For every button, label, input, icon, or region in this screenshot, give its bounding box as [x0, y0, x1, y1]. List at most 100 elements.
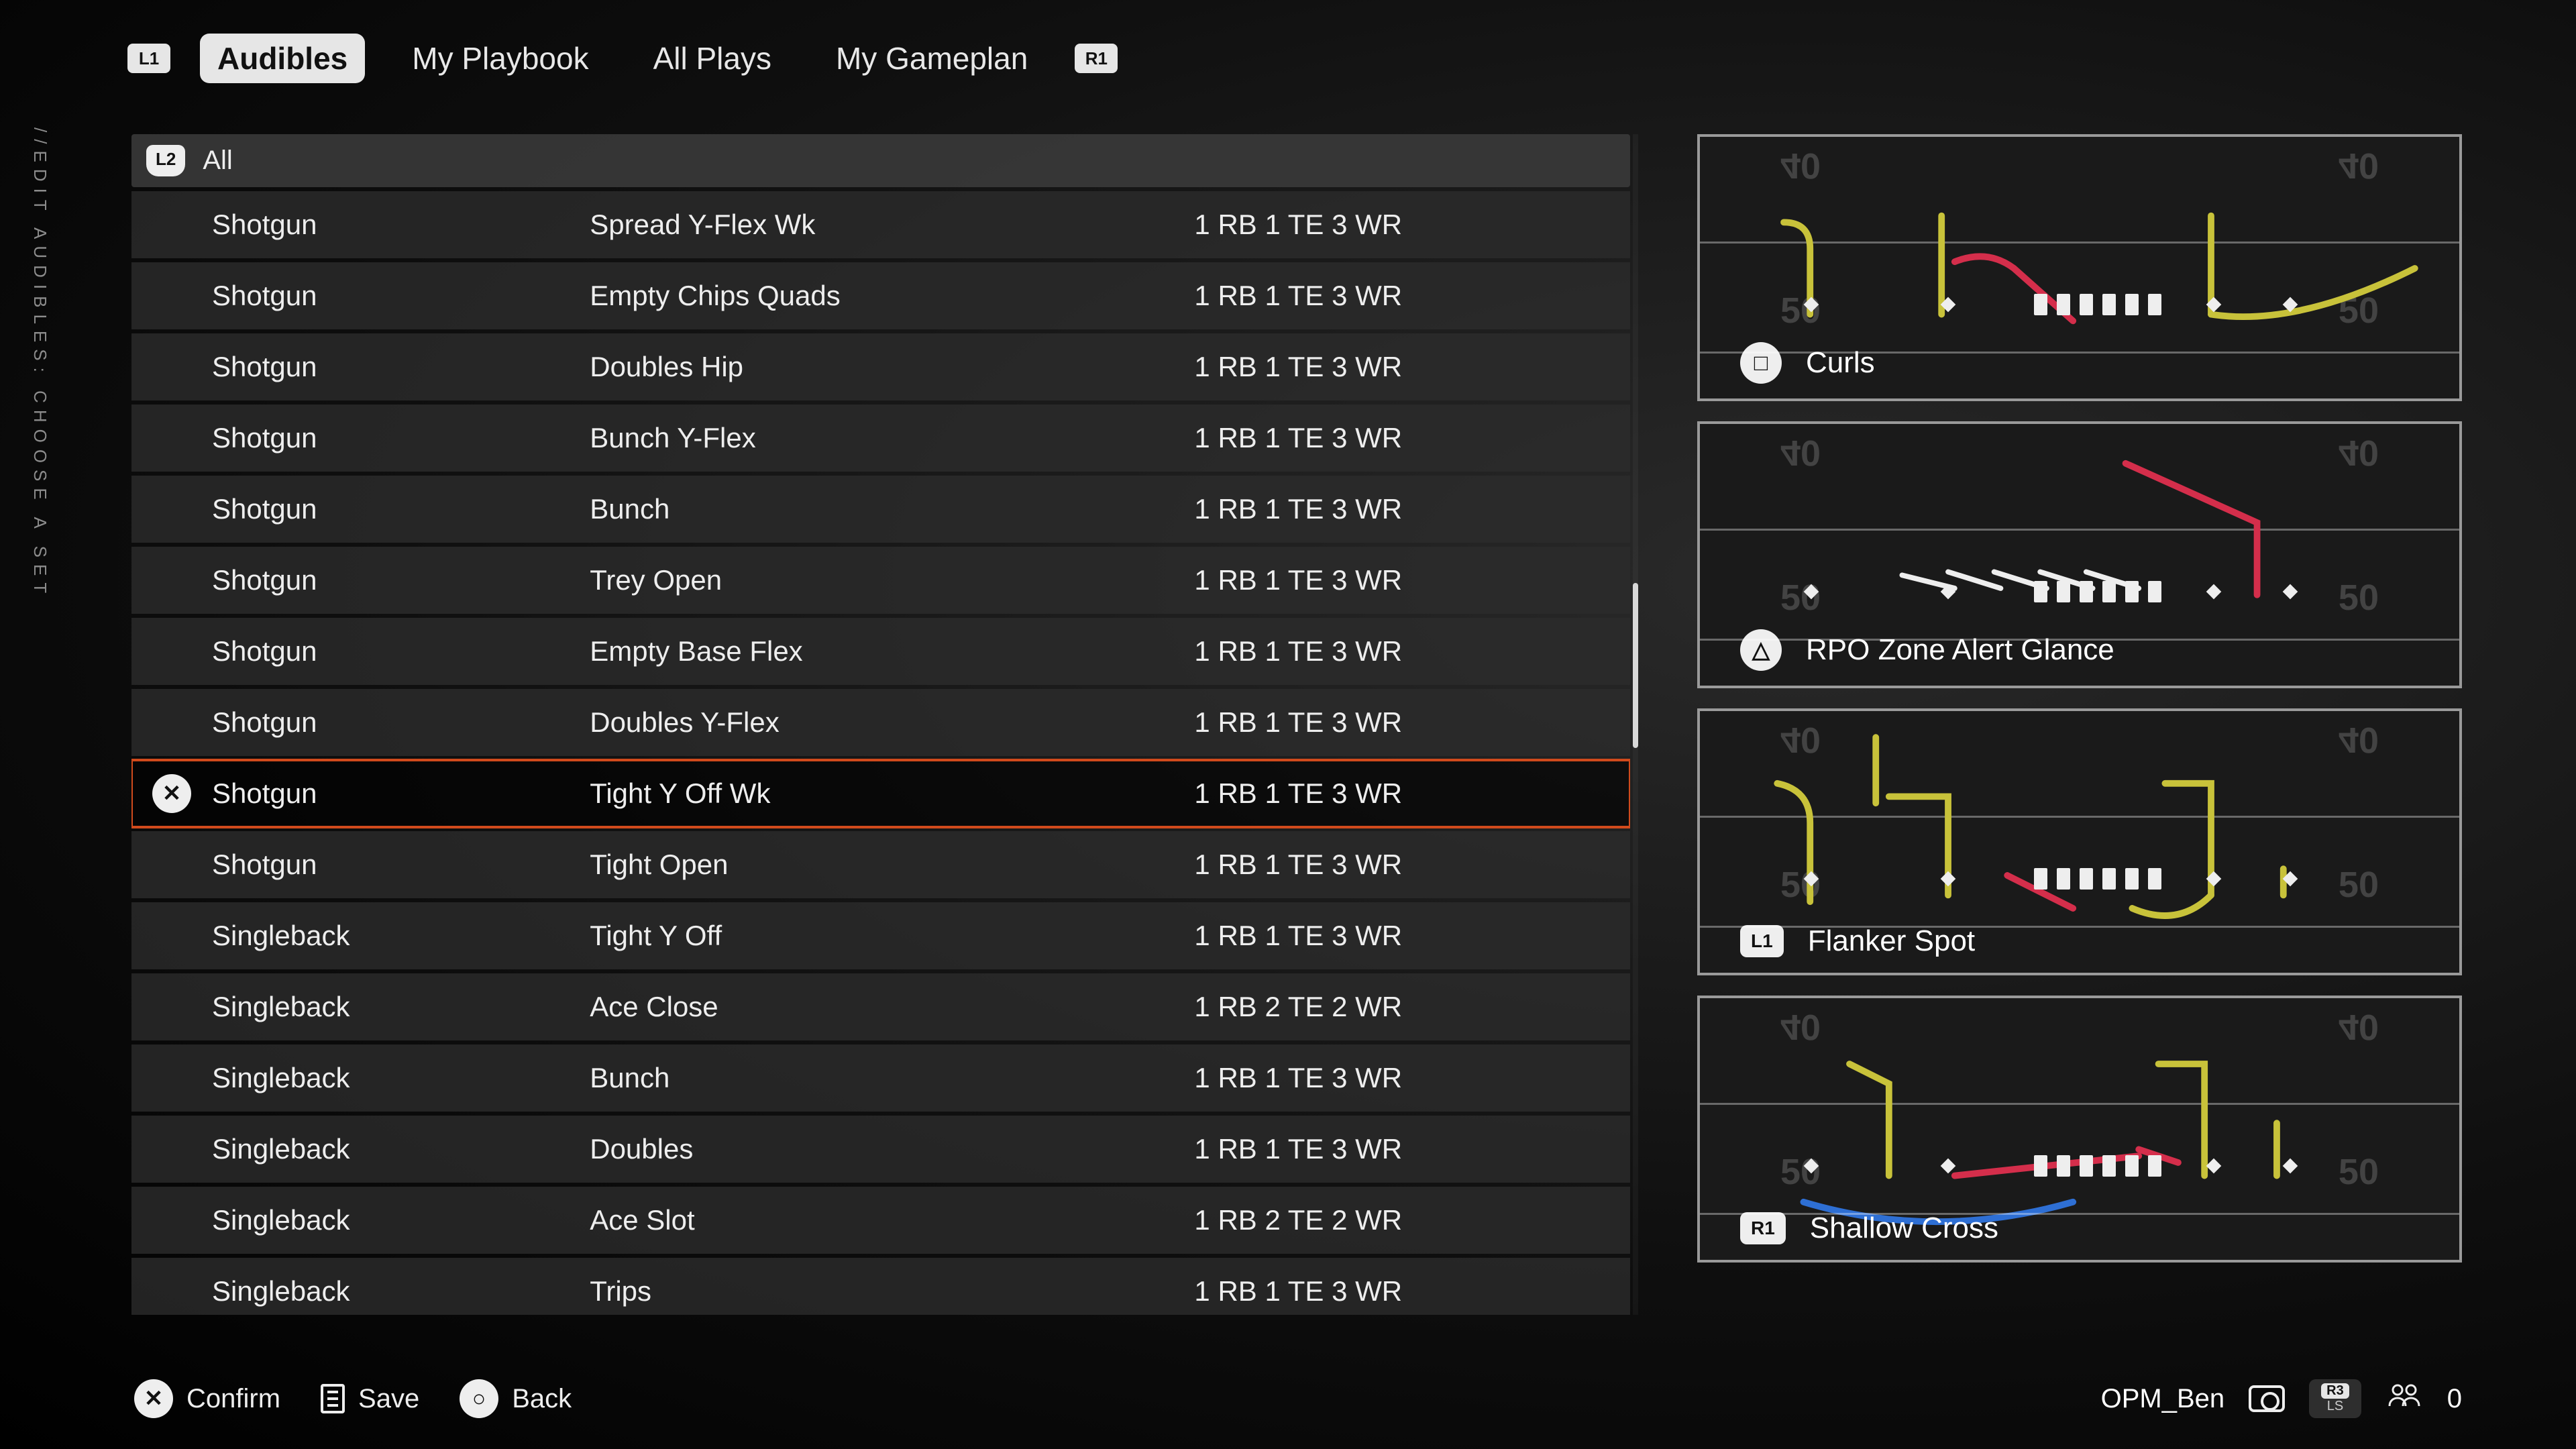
play-name: Flanker Spot [1808, 924, 1975, 958]
formation-name: Bunch [590, 493, 1194, 525]
formation-personnel: 1 RB 2 TE 2 WR [1194, 991, 1610, 1023]
formation-row[interactable]: ✕ShotgunBunch1 RB 1 TE 3 WR [131, 476, 1630, 543]
formation-name: Doubles Y-Flex [590, 706, 1194, 739]
formation-personnel: 1 RB 1 TE 3 WR [1194, 1133, 1610, 1165]
save-icon [321, 1384, 345, 1413]
formation-name: Doubles [590, 1133, 1194, 1165]
formation-name: Ace Slot [590, 1204, 1194, 1236]
line-of-scrimmage [2034, 868, 2161, 890]
formation-row[interactable]: ✕ShotgunEmpty Chips Quads1 RB 1 TE 3 WR [131, 262, 1630, 329]
formation-personnel: 1 RB 1 TE 3 WR [1194, 706, 1610, 739]
back-label: Back [512, 1384, 572, 1414]
x-icon: ✕ [134, 1379, 173, 1418]
formation-name: Empty Chips Quads [590, 280, 1194, 312]
formation-row[interactable]: ✕ShotgunDoubles Hip1 RB 1 TE 3 WR [131, 333, 1630, 400]
formation-set: Shotgun [212, 706, 590, 739]
formation-row[interactable]: ✕ShotgunDoubles Y-Flex1 RB 1 TE 3 WR [131, 689, 1630, 756]
play-cards: 40405050 □Curls40405050 △RPO Zone Alert … [1697, 134, 2462, 1315]
formation-set: Shotgun [212, 351, 590, 383]
formation-set: Shotgun [212, 280, 590, 312]
formation-personnel: 1 RB 1 TE 3 WR [1194, 635, 1610, 667]
formation-set: Shotgun [212, 635, 590, 667]
formation-row[interactable]: ✕ShotgunTight Y Off Wk1 RB 1 TE 3 WR [131, 760, 1630, 827]
formation-rows[interactable]: ✕ShotgunSpread Y-Flex Wk1 RB 1 TE 3 WR✕S… [131, 191, 1630, 1315]
tab-all-plays[interactable]: All Plays [636, 34, 789, 83]
formation-personnel: 1 RB 1 TE 3 WR [1194, 280, 1610, 312]
formation-set: Singleback [212, 1062, 590, 1094]
formation-row[interactable]: ✕ShotgunSpread Y-Flex Wk1 RB 1 TE 3 WR [131, 191, 1630, 258]
formation-set: Singleback [212, 920, 590, 952]
formation-personnel: 1 RB 2 TE 2 WR [1194, 1204, 1610, 1236]
formation-personnel: 1 RB 1 TE 3 WR [1194, 849, 1610, 881]
formation-row[interactable]: ✕SinglebackTight Y Off1 RB 1 TE 3 WR [131, 902, 1630, 969]
formation-personnel: 1 RB 1 TE 3 WR [1194, 351, 1610, 383]
tab-my-playbook[interactable]: My Playbook [394, 34, 606, 83]
formation-name: Tight Y Off Wk [590, 777, 1194, 810]
formation-set: Singleback [212, 991, 590, 1023]
play-card[interactable]: 40405050 □Curls [1697, 134, 2462, 401]
formation-personnel: 1 RB 1 TE 3 WR [1194, 1275, 1610, 1307]
footer-bar: ✕ Confirm Save ○ Back OPM_Ben R3 LS 0 [134, 1379, 2462, 1418]
party-count: 0 [2447, 1384, 2462, 1414]
save-button[interactable]: Save [321, 1384, 419, 1414]
formation-name: Bunch Y-Flex [590, 422, 1194, 454]
formation-row[interactable]: ✕ShotgunBunch Y-Flex1 RB 1 TE 3 WR [131, 405, 1630, 472]
formation-row[interactable]: ✕SinglebackAce Slot1 RB 2 TE 2 WR [131, 1187, 1630, 1254]
formation-set: Singleback [212, 1275, 590, 1307]
play-name: Shallow Cross [1810, 1212, 1998, 1245]
formation-personnel: 1 RB 1 TE 3 WR [1194, 1062, 1610, 1094]
formation-set: Shotgun [212, 564, 590, 596]
formation-row[interactable]: ✕ShotgunEmpty Base Flex1 RB 1 TE 3 WR [131, 618, 1630, 685]
confirm-button[interactable]: ✕ Confirm [134, 1379, 280, 1418]
line-of-scrimmage [2034, 581, 2161, 602]
stick-toggle[interactable]: R3 LS [2309, 1379, 2361, 1418]
scrollbar-thumb[interactable] [1633, 583, 1638, 748]
formation-personnel: 1 RB 1 TE 3 WR [1194, 920, 1610, 952]
formation-name: Empty Base Flex [590, 635, 1194, 667]
bumper-left-icon: L1 [127, 44, 170, 73]
play-name: Curls [1806, 346, 1875, 380]
formation-set: Shotgun [212, 209, 590, 241]
formation-row[interactable]: ✕SinglebackTrips1 RB 1 TE 3 WR [131, 1258, 1630, 1315]
formation-row[interactable]: ✕ShotgunTight Open1 RB 1 TE 3 WR [131, 831, 1630, 898]
stick-top-label: R3 [2321, 1383, 2349, 1399]
formation-name: Spread Y-Flex Wk [590, 209, 1194, 241]
formation-personnel: 1 RB 1 TE 3 WR [1194, 564, 1610, 596]
formation-row[interactable]: ✕SinglebackBunch1 RB 1 TE 3 WR [131, 1044, 1630, 1112]
formation-name: Trips [590, 1275, 1194, 1307]
line-of-scrimmage [2034, 294, 2161, 315]
formation-name: Tight Y Off [590, 920, 1194, 952]
formation-row[interactable]: ✕ShotgunTrey Open1 RB 1 TE 3 WR [131, 547, 1630, 614]
formation-name: Bunch [590, 1062, 1194, 1094]
formation-row[interactable]: ✕SinglebackAce Close1 RB 2 TE 2 WR [131, 973, 1630, 1040]
circle-icon: ○ [460, 1379, 498, 1418]
bumper-right-icon: R1 [1075, 44, 1118, 73]
play-button-icon: △ [1740, 629, 1782, 671]
tab-audibles[interactable]: Audibles [200, 34, 365, 83]
username: OPM_Ben [2101, 1384, 2225, 1414]
formation-name: Trey Open [590, 564, 1194, 596]
play-card[interactable]: 40405050 L1Flanker Spot [1697, 708, 2462, 975]
save-label: Save [358, 1384, 419, 1414]
formation-name: Doubles Hip [590, 351, 1194, 383]
l2-icon: L2 [146, 145, 185, 176]
play-card[interactable]: 40405050 R1Shallow Cross [1697, 996, 2462, 1263]
play-button-icon: R1 [1740, 1212, 1786, 1244]
formation-name: Tight Open [590, 849, 1194, 881]
play-name: RPO Zone Alert Glance [1806, 633, 2114, 667]
filter-bar[interactable]: L2 All [131, 134, 1630, 187]
breadcrumb: //EDIT AUDIBLES: CHOOSE A SET [30, 127, 50, 600]
stick-bottom-label: LS [2327, 1399, 2343, 1414]
formation-personnel: 1 RB 1 TE 3 WR [1194, 777, 1610, 810]
formation-set: Singleback [212, 1204, 590, 1236]
formation-row[interactable]: ✕SinglebackDoubles1 RB 1 TE 3 WR [131, 1116, 1630, 1183]
party-icon[interactable] [2385, 1382, 2423, 1415]
play-button-icon: L1 [1740, 925, 1784, 957]
line-of-scrimmage [2034, 1155, 2161, 1177]
play-card[interactable]: 40405050 △RPO Zone Alert Glance [1697, 421, 2462, 688]
camera-icon[interactable] [2249, 1385, 2285, 1412]
back-button[interactable]: ○ Back [460, 1379, 572, 1418]
tab-my-gameplan[interactable]: My Gameplan [818, 34, 1045, 83]
formation-set: Shotgun [212, 777, 590, 810]
filter-label: All [203, 146, 232, 176]
